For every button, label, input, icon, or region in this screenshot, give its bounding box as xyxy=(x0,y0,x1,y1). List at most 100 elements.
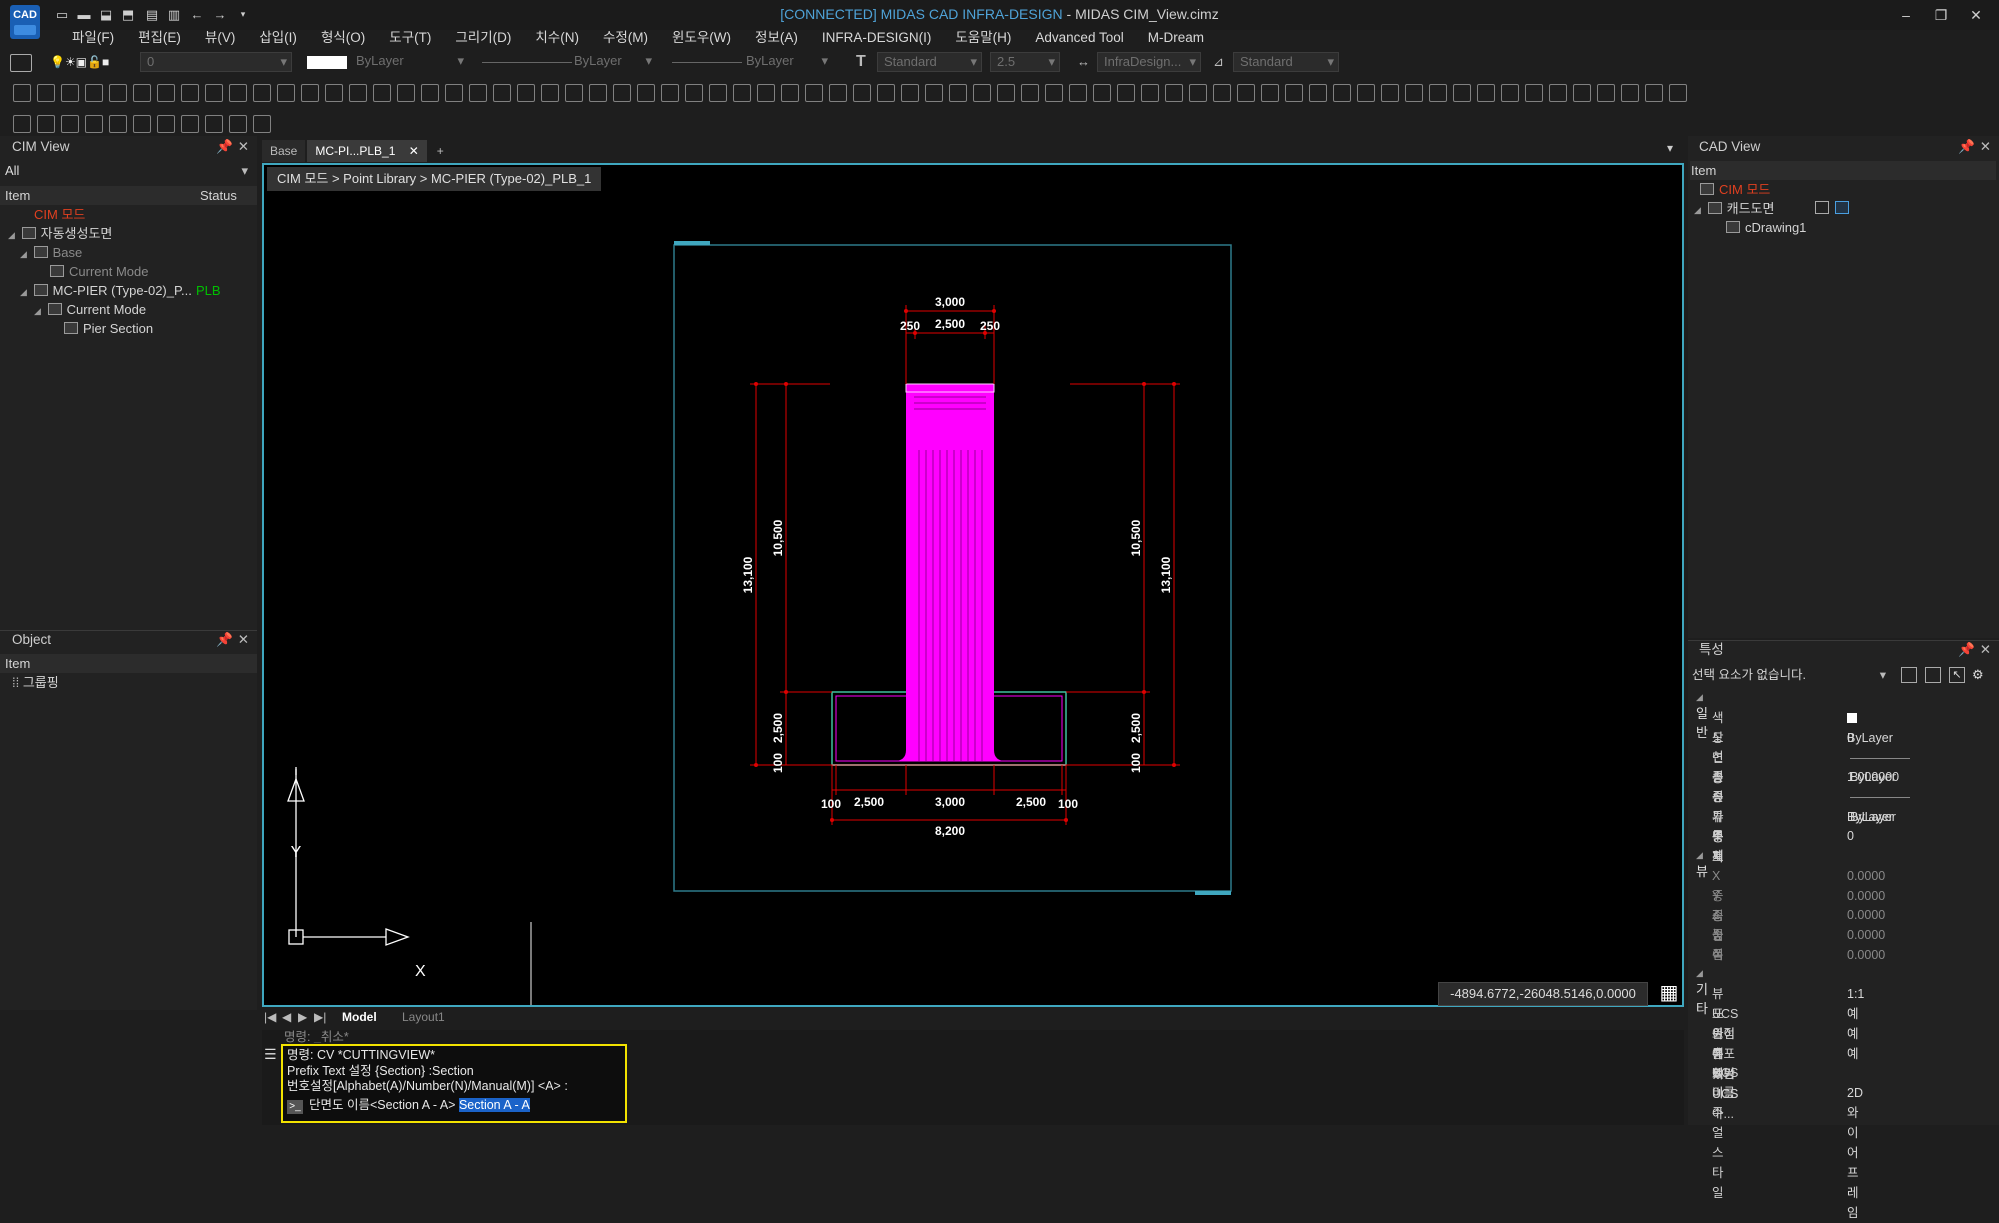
view-active-icon[interactable] xyxy=(1835,201,1849,214)
tool-icon[interactable] xyxy=(229,115,247,133)
tree-pier-current-mode[interactable]: ◢ Current Mode xyxy=(34,300,146,319)
toggle-pickadd-icon[interactable] xyxy=(1925,667,1941,683)
tool-icon[interactable] xyxy=(1357,84,1375,102)
tool-icon[interactable] xyxy=(157,84,175,102)
tool-icon[interactable] xyxy=(181,84,199,102)
prop-value[interactable]: 0.0000 xyxy=(1847,886,1885,906)
tool-icon[interactable] xyxy=(13,84,31,102)
command-input[interactable]: Section A - A xyxy=(458,1097,530,1112)
prop-value[interactable]: 예 xyxy=(1847,1044,1859,1064)
tool-icon[interactable] xyxy=(469,84,487,102)
tool-icon[interactable] xyxy=(253,84,271,102)
tool-icon[interactable] xyxy=(1285,84,1303,102)
tool-icon[interactable] xyxy=(1261,84,1279,102)
object-grouping[interactable]: ⁞⁞ 그룹핑 xyxy=(12,673,59,692)
tool-icon[interactable] xyxy=(1213,84,1231,102)
menu-item-10[interactable]: 정보(A) xyxy=(743,28,810,48)
tool-icon[interactable] xyxy=(997,84,1015,102)
tool-icon[interactable] xyxy=(1117,84,1135,102)
tab-model[interactable]: Model xyxy=(342,1010,377,1024)
menu-item-8[interactable]: 수정(M) xyxy=(591,28,660,48)
tool-icon[interactable] xyxy=(829,84,847,102)
tool-icon[interactable] xyxy=(1333,84,1351,102)
restore-button[interactable]: ❐ xyxy=(1928,4,1954,26)
tool-icon[interactable] xyxy=(1237,84,1255,102)
tool-icon[interactable] xyxy=(85,84,103,102)
last-layout-icon[interactable]: ▶| xyxy=(314,1010,326,1024)
menu-item-4[interactable]: 형식(O) xyxy=(309,28,377,48)
tool-icon[interactable] xyxy=(13,115,31,133)
tool-icon[interactable] xyxy=(1525,84,1543,102)
tree-base-current-mode[interactable]: Current Mode xyxy=(50,262,148,281)
tool-icon[interactable] xyxy=(301,84,319,102)
tree-pier-section[interactable]: Pier Section xyxy=(64,319,153,338)
tool-icon[interactable] xyxy=(1405,84,1423,102)
prop-value[interactable]: 0.0000 xyxy=(1847,866,1885,886)
first-layout-icon[interactable]: |◀ xyxy=(264,1010,276,1024)
text-style-combo[interactable]: Standard xyxy=(877,52,982,72)
prop-value[interactable]: 0.0000 xyxy=(1847,925,1885,945)
prop-value[interactable]: 1:1 xyxy=(1847,984,1864,1004)
viewport-layout-icon[interactable]: ▦ xyxy=(1658,982,1680,1004)
tool-icon[interactable] xyxy=(85,115,103,133)
close-icon[interactable]: ✕ xyxy=(1980,640,1991,660)
tool-icon[interactable] xyxy=(229,84,247,102)
tool-icon[interactable] xyxy=(373,84,391,102)
tabs-dropdown-icon[interactable]: ▾ xyxy=(1667,141,1673,155)
quick-select-icon[interactable] xyxy=(1901,667,1917,683)
menu-item-11[interactable]: INFRA-DESIGN(I) xyxy=(810,28,944,48)
tool-icon[interactable] xyxy=(709,84,727,102)
menu-item-5[interactable]: 도구(T) xyxy=(377,28,443,48)
tree-auto-drawing[interactable]: ◢ 자동생성도면 xyxy=(8,224,112,243)
tool-icon[interactable] xyxy=(397,84,415,102)
menu-item-2[interactable]: 뷰(V) xyxy=(193,28,247,48)
prop-value[interactable]: 0.0000 xyxy=(1847,945,1885,965)
tool-icon[interactable] xyxy=(661,84,679,102)
tool-icon[interactable] xyxy=(1549,84,1567,102)
tool-icon[interactable] xyxy=(133,115,151,133)
pin-icon[interactable]: 📌 xyxy=(1958,137,1975,157)
tool-icon[interactable] xyxy=(877,84,895,102)
prop-section-0[interactable]: ◢일반 xyxy=(1696,688,1711,741)
tool-icon[interactable] xyxy=(1093,84,1111,102)
tool-icon[interactable] xyxy=(1501,84,1519,102)
prop-value[interactable]: ByLayer xyxy=(1850,747,1916,784)
tab-mc-pier[interactable]: MC-PI...PLB_1 ✕ xyxy=(307,140,427,162)
tool-icon[interactable] xyxy=(1597,84,1615,102)
tool-icon[interactable] xyxy=(1021,84,1039,102)
close-icon[interactable]: ✕ xyxy=(1980,137,1991,157)
tool-icon[interactable] xyxy=(1381,84,1399,102)
text-height-combo[interactable]: 2.5 xyxy=(990,52,1060,72)
prop-section-2[interactable]: ◢기타 xyxy=(1696,964,1711,1017)
close-window-button[interactable]: ✕ xyxy=(1963,4,1989,26)
tool-icon[interactable] xyxy=(445,84,463,102)
tree-base[interactable]: ◢ Base xyxy=(20,243,82,262)
tool-icon[interactable] xyxy=(613,84,631,102)
tool-icon[interactable] xyxy=(589,84,607,102)
add-tab-icon[interactable]: + xyxy=(429,140,452,162)
prop-value[interactable]: ByLayer xyxy=(1847,708,1893,745)
tool-icon[interactable] xyxy=(1141,84,1159,102)
tab-layout1[interactable]: Layout1 xyxy=(402,1010,445,1024)
tool-icon[interactable] xyxy=(757,84,775,102)
prop-value[interactable]: 0 xyxy=(1847,826,1854,846)
menu-item-0[interactable]: 파일(F) xyxy=(60,28,126,48)
tool-icon[interactable] xyxy=(781,84,799,102)
tool-icon[interactable] xyxy=(853,84,871,102)
tool-icon[interactable] xyxy=(205,84,223,102)
select-objects-icon[interactable]: ↖ xyxy=(1949,667,1965,683)
command-window[interactable]: 명령: CV *CUTTINGVIEW* Prefix Text 설정 {Sec… xyxy=(281,1044,627,1123)
tool-icon[interactable] xyxy=(277,84,295,102)
next-layout-icon[interactable]: ▶ xyxy=(298,1010,307,1024)
tool-icon[interactable] xyxy=(421,84,439,102)
close-icon[interactable]: ✕ xyxy=(238,630,249,650)
menu-item-13[interactable]: Advanced Tool xyxy=(1023,28,1135,48)
tool-icon[interactable] xyxy=(37,115,55,133)
minimize-button[interactable]: – xyxy=(1893,4,1919,26)
tool-icon[interactable] xyxy=(1645,84,1663,102)
tool-icon[interactable] xyxy=(181,115,199,133)
tool-icon[interactable] xyxy=(973,84,991,102)
prop-value[interactable]: 예 xyxy=(1847,1024,1859,1044)
pin-icon[interactable]: 📌 xyxy=(216,630,233,650)
cad-tree-drawings[interactable]: ◢ 캐드도면 xyxy=(1694,199,1774,218)
